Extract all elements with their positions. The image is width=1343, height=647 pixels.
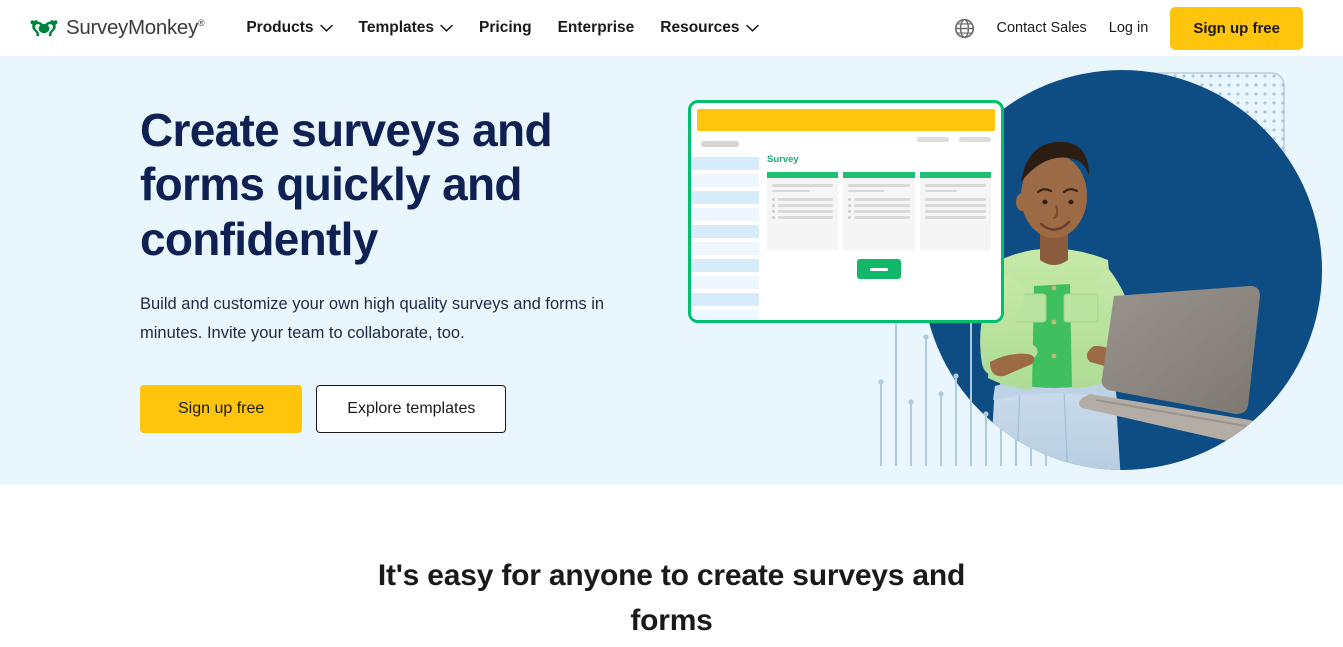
option-row bbox=[924, 204, 986, 207]
chevron-down-icon bbox=[440, 24, 453, 32]
features-intro-section: It's easy for anyone to create surveys a… bbox=[0, 485, 1343, 647]
nav-item-pricing[interactable]: Pricing bbox=[479, 19, 532, 37]
hero-copy: Create surveys and forms quickly and con… bbox=[140, 103, 670, 433]
option-row bbox=[772, 210, 834, 213]
nav-item-templates[interactable]: Templates bbox=[359, 19, 454, 37]
header-actions: Contact Sales Log in Sign up free bbox=[954, 6, 1303, 50]
sign-up-free-button-hero[interactable]: Sign up free bbox=[140, 384, 303, 433]
sidebar-row bbox=[691, 293, 759, 306]
option-row bbox=[772, 198, 834, 201]
nav-item-products[interactable]: Products bbox=[246, 19, 333, 37]
bullet-dot-icon bbox=[848, 210, 851, 213]
sidebar-row bbox=[691, 259, 759, 272]
logo[interactable]: SurveyMonkey® bbox=[30, 16, 205, 40]
log-in-link[interactable]: Log in bbox=[1109, 20, 1149, 36]
option-row bbox=[848, 210, 910, 213]
registered-trademark-mark: ® bbox=[197, 18, 205, 29]
globe-icon[interactable] bbox=[954, 18, 975, 39]
sidebar-row bbox=[691, 208, 759, 221]
contact-sales-link[interactable]: Contact Sales bbox=[997, 20, 1087, 36]
survey-question-card bbox=[843, 172, 915, 250]
bullet-dot-icon bbox=[848, 198, 851, 201]
nav-label: Pricing bbox=[479, 19, 532, 36]
option-row bbox=[848, 216, 910, 219]
sidebar-row bbox=[691, 310, 759, 320]
skeleton-line bbox=[772, 189, 811, 192]
nav-label: Enterprise bbox=[557, 19, 635, 36]
skeleton-line bbox=[772, 184, 834, 187]
bullet-dot-icon bbox=[772, 216, 775, 219]
hero-subheading: Build and customize your own high qualit… bbox=[140, 294, 605, 342]
sidebar-row bbox=[691, 276, 759, 289]
logo-text: SurveyMonkey® bbox=[66, 16, 205, 39]
submit-label-placeholder bbox=[870, 267, 888, 271]
nav-item-resources[interactable]: Resources bbox=[660, 19, 759, 37]
survey-card-toolbar bbox=[767, 137, 991, 142]
survey-card-body: Survey bbox=[691, 131, 1001, 320]
question-options bbox=[848, 198, 910, 219]
hero-section: Create surveys and forms quickly and con… bbox=[0, 56, 1343, 485]
question-options bbox=[924, 198, 986, 219]
survey-submit-button[interactable] bbox=[857, 259, 901, 279]
sidebar-row bbox=[691, 191, 759, 204]
question-card-content bbox=[767, 178, 838, 228]
skeleton-line bbox=[924, 189, 957, 192]
sidebar-header-placeholder bbox=[701, 141, 739, 147]
survey-card-sidebar bbox=[691, 131, 759, 320]
sign-up-free-button-header[interactable]: Sign up free bbox=[1170, 6, 1303, 50]
option-row bbox=[924, 210, 986, 213]
sidebar-row bbox=[691, 242, 759, 255]
survey-card-topbar bbox=[697, 109, 995, 131]
nav-label: Templates bbox=[358, 19, 435, 36]
chevron-down-icon bbox=[745, 24, 759, 32]
option-row bbox=[772, 204, 834, 207]
nav-label: Products bbox=[246, 19, 314, 36]
survey-question-card bbox=[767, 172, 839, 250]
hero-cta-group: Sign up free Explore templates bbox=[140, 384, 670, 433]
skeleton-line bbox=[848, 184, 910, 187]
option-row bbox=[924, 198, 986, 201]
skeleton-line bbox=[924, 184, 986, 187]
sidebar-row bbox=[691, 157, 759, 170]
bullet-dot-icon bbox=[772, 198, 775, 201]
survey-question-cards bbox=[767, 172, 991, 250]
toolbar-placeholder bbox=[959, 137, 991, 142]
nav-label: Resources bbox=[660, 19, 740, 36]
nav-item-enterprise[interactable]: Enterprise bbox=[558, 19, 635, 37]
question-card-content bbox=[843, 178, 914, 228]
bullet-dot-icon bbox=[772, 204, 775, 207]
surveymonkey-monkey-icon bbox=[30, 19, 58, 37]
section-heading: It's easy for anyone to create surveys a… bbox=[377, 559, 966, 637]
sidebar-row bbox=[691, 225, 759, 238]
survey-submit-row bbox=[767, 259, 991, 279]
survey-card-title: Survey bbox=[767, 154, 799, 165]
chevron-down-icon bbox=[319, 24, 333, 32]
survey-question-card bbox=[919, 172, 991, 250]
site-header: SurveyMonkey® Products Templates Pricing… bbox=[0, 0, 1343, 56]
bullet-dot-icon bbox=[772, 210, 775, 213]
option-row bbox=[848, 198, 910, 201]
question-card-content bbox=[920, 178, 991, 228]
hero-illustration: Survey bbox=[660, 56, 1343, 485]
option-row bbox=[924, 216, 986, 219]
explore-templates-button[interactable]: Explore templates bbox=[316, 384, 507, 433]
bullet-dot-icon bbox=[848, 216, 851, 219]
question-options bbox=[772, 198, 834, 219]
option-row bbox=[848, 204, 910, 207]
toolbar-placeholder bbox=[917, 137, 949, 142]
option-row bbox=[772, 216, 834, 219]
sidebar-row bbox=[691, 174, 759, 187]
main-navigation: Products Templates Pricing Enterprise Re… bbox=[246, 19, 759, 37]
bullet-dot-icon bbox=[848, 204, 851, 207]
survey-card-main: Survey bbox=[759, 131, 1001, 320]
hero-heading: Create surveys and forms quickly and con… bbox=[140, 104, 553, 265]
survey-builder-card: Survey bbox=[688, 100, 1004, 323]
skeleton-line bbox=[848, 189, 884, 192]
